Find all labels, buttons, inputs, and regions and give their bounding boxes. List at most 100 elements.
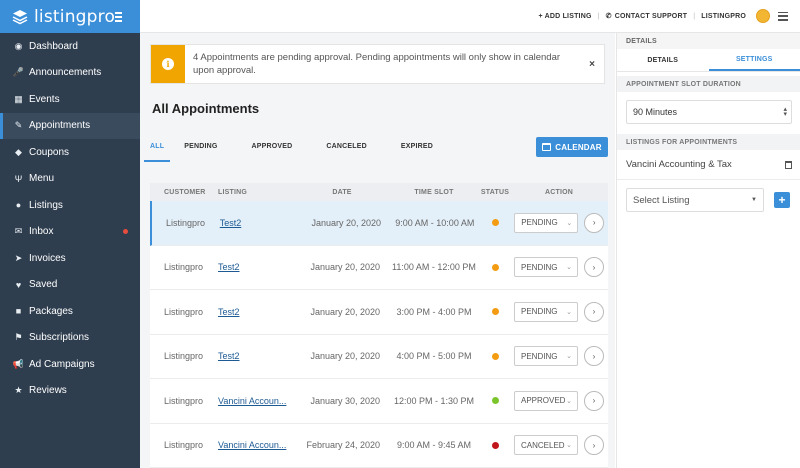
listing-link[interactable]: Vancini Accoun... — [218, 440, 286, 450]
tag-icon: ◆ — [15, 146, 22, 157]
date-cell: January 20, 2020 — [311, 217, 382, 228]
menu-icon[interactable] — [778, 11, 788, 21]
sidebar-item-ad-campaigns[interactable]: 📢 Ad Campaigns — [0, 351, 140, 378]
panel-tabs: DETAILS SETTINGS — [617, 49, 800, 72]
table-row[interactable]: Listingpro Test2 January 20, 2020 11:00 AM … — [150, 245, 608, 290]
sidebar-item-label: Menu — [29, 173, 55, 185]
details-panel: DETAILS DETAILS SETTINGS APPOINTMENT SLO… — [616, 33, 800, 468]
view-appointment-button[interactable]: › — [584, 212, 605, 233]
sidebar-item-menu[interactable]: Ψ Menu — [0, 166, 140, 193]
date-cell: February 24, 2020 — [306, 440, 380, 451]
sidebar-item-events[interactable]: ▦ Events — [0, 86, 140, 113]
listings-label: LISTINGS FOR APPOINTMENTS — [617, 134, 800, 150]
sidebar-item-reviews[interactable]: ★ Reviews — [0, 378, 140, 405]
action-cell: PENDING ⌄ › — [510, 212, 608, 233]
table-row[interactable]: Listingpro Vancini Accoun... February 24, … — [150, 423, 608, 468]
close-icon[interactable]: × — [580, 59, 604, 70]
customer-cell: Listingpro — [164, 351, 204, 362]
status-cell — [481, 219, 511, 227]
view-appointment-button[interactable]: › — [584, 301, 604, 322]
status-select[interactable]: CANCELED ⌄ — [514, 435, 578, 456]
action-cell: PENDING ⌄ › — [510, 346, 608, 367]
tab-canceled[interactable]: CANCELED — [326, 136, 381, 162]
chevron-down-icon: ⌄ — [566, 353, 572, 361]
table-row[interactable]: Listingpro Test2 January 20, 2020 4:00 PM -… — [150, 334, 608, 379]
status-select-value: CANCELED — [521, 440, 565, 450]
status-select[interactable]: APPROVED ⌄ — [514, 390, 578, 411]
sidebar-item-announcements[interactable]: 🎤 Announcements — [0, 60, 140, 87]
chevron-right-icon: › — [592, 307, 596, 317]
date-cell: January 20, 2020 — [310, 262, 380, 273]
status-cell — [480, 441, 510, 449]
select-listing-dropdown[interactable]: Select Listing ▼ — [626, 188, 764, 212]
listing-link[interactable]: Test2 — [218, 307, 240, 317]
table-row[interactable]: Listingpro Test2 January 20, 2020 9:00 AM -… — [150, 201, 608, 246]
pending-alert: i 4 Appointments are pending approval. P… — [150, 44, 605, 84]
customer-cell: Listingpro — [164, 306, 204, 317]
sidebar-item-invoices[interactable]: ➤ Invoices — [0, 245, 140, 272]
hamburger-icon[interactable] — [115, 11, 122, 22]
status-select[interactable]: PENDING ⌄ — [514, 346, 578, 367]
main-content: i 4 Appointments are pending approval. P… — [140, 33, 615, 468]
view-appointment-button[interactable]: › — [584, 346, 604, 367]
logo-icon — [12, 9, 28, 25]
bullhorn-icon: 📢 — [12, 358, 25, 369]
listing-cell: Test2 — [214, 351, 296, 361]
calendar-button-label: CALENDAR — [555, 142, 602, 152]
status-select[interactable]: PENDING ⌄ — [514, 257, 578, 278]
tab-details[interactable]: DETAILS — [617, 49, 709, 71]
time-slot-cell: 12:00 PM - 1:30 PM — [393, 395, 475, 406]
trash-icon[interactable] — [785, 160, 792, 169]
table-row[interactable]: Listingpro Test2 January 20, 2020 3:00 PM -… — [150, 290, 608, 335]
sidebar-item-packages[interactable]: ■ Packages — [0, 298, 140, 325]
user-name[interactable]: LISTINGPRO — [701, 13, 746, 20]
sidebar-item-coupons[interactable]: ◆ Coupons — [0, 139, 140, 166]
sidebar-item-subscriptions[interactable]: ⚑ Subscriptions — [0, 325, 140, 352]
listing-link[interactable]: Test2 — [218, 262, 240, 272]
avatar[interactable] — [756, 9, 770, 23]
column-header-customer: CUSTOMER — [164, 188, 206, 196]
sidebar-item-inbox[interactable]: ✉ Inbox — [0, 219, 140, 246]
status-cell — [480, 308, 510, 316]
tab-all[interactable]: ALL — [143, 136, 171, 162]
status-select[interactable]: PENDING ⌄ — [514, 212, 579, 233]
listing-link[interactable]: Test2 — [220, 218, 242, 228]
add-button[interactable]: + — [774, 192, 790, 208]
heart-icon: ♥ — [15, 279, 22, 290]
listing-cell: Vancini Accoun... — [214, 440, 296, 450]
sidebar-item-dashboard[interactable]: ◉ Dashboard — [0, 33, 140, 60]
tab-pending[interactable]: PENDING — [184, 136, 231, 162]
column-header-date: DATE — [332, 188, 352, 196]
tab-approved[interactable]: APPROVED — [252, 136, 307, 162]
envelope-icon: ✉ — [14, 226, 23, 237]
sidebar-item-appointments[interactable]: ✎ Appointments — [0, 112, 140, 139]
slot-duration-select[interactable]: 90 Minutes ▴ ▾ — [626, 100, 792, 124]
map-marker-icon: ● — [15, 200, 22, 211]
star-icon: ★ — [14, 385, 23, 396]
phone-icon: ✆ — [605, 13, 612, 20]
status-select-value: PENDING — [521, 262, 558, 272]
tab-expired[interactable]: EXPIRED — [401, 136, 447, 162]
view-appointment-button[interactable]: › — [584, 435, 604, 456]
add-listing-link[interactable]: + ADD LISTING — [539, 13, 592, 20]
contact-support-link[interactable]: CONTACT SUPPORT — [615, 13, 687, 20]
brand-bar: listingpro — [0, 0, 140, 33]
tab-settings[interactable]: SETTINGS — [708, 49, 800, 71]
listing-link[interactable]: Vancini Accoun... — [218, 396, 286, 406]
slot-duration-label: APPOINTMENT SLOT DURATION — [617, 76, 800, 92]
time-slot-cell: 11:00 AM - 12:00 PM — [392, 262, 476, 273]
dashboard-icon: ◉ — [14, 40, 23, 51]
sidebar-item-listings[interactable]: ● Listings — [0, 192, 140, 219]
status-select[interactable]: PENDING ⌄ — [514, 301, 578, 322]
view-appointment-button[interactable]: › — [584, 257, 604, 278]
chevron-right-icon: › — [592, 351, 596, 361]
sidebar-item-saved[interactable]: ♥ Saved — [0, 272, 140, 299]
listing-link[interactable]: Test2 — [218, 351, 240, 361]
table-row[interactable]: Listingpro Vancini Accoun... January 30, 2… — [150, 379, 608, 424]
status-cell — [480, 352, 510, 360]
view-appointment-button[interactable]: › — [584, 390, 604, 411]
column-header-time-slot: TIME SLOT — [414, 188, 454, 196]
calendar-button[interactable]: CALENDAR — [536, 137, 608, 157]
brand-name[interactable]: listingpro — [34, 7, 115, 27]
status-dot — [491, 397, 499, 405]
